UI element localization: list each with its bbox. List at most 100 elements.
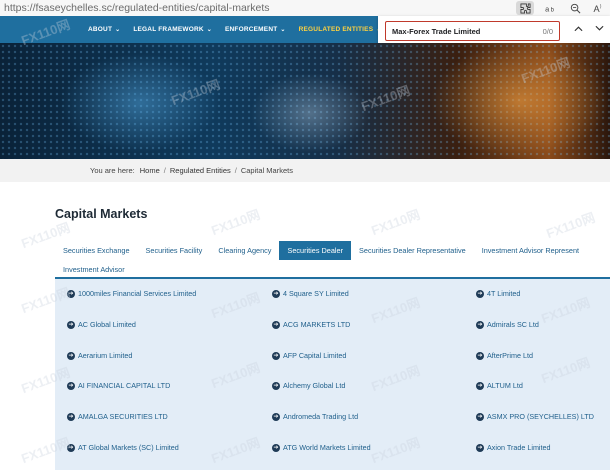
zoom-icon[interactable]: [568, 1, 582, 15]
arrow-right-circle-icon: ➔: [272, 381, 280, 390]
url-path: /regulated-entities/capital-markets: [111, 2, 270, 14]
find-next-button[interactable]: [595, 24, 604, 34]
entity-name: 1000miles Financial Services Limited: [78, 289, 197, 298]
nav-label: ENFORCEMENT: [224, 26, 278, 33]
breadcrumb-separator: /: [234, 166, 237, 175]
chevron-down-icon: [595, 25, 604, 31]
extensions-icon[interactable]: [516, 1, 534, 15]
chevron-up-icon: [574, 26, 583, 32]
tab-clearing-agency[interactable]: Clearing Agency: [210, 241, 279, 260]
immersive-reader-icon[interactable]: A): [592, 1, 606, 15]
entity-link[interactable]: ➔ AI FINANCIAL CAPITAL LTD: [67, 381, 170, 390]
arrow-right-circle-icon: ➔: [272, 351, 280, 360]
breadcrumb: You are here: Home / Regulated Entities …: [0, 159, 610, 182]
browser-toolbar-icons: ab A): [516, 0, 606, 16]
entity-link[interactable]: ➔ AFP Capital Limited: [272, 351, 346, 360]
svg-text:a: a: [545, 4, 550, 13]
entity-link[interactable]: ➔ 1000miles Financial Services Limited: [67, 289, 196, 298]
hero-banner-image: [0, 43, 610, 159]
entity-link[interactable]: ➔ Admirals SC Ltd: [476, 320, 539, 329]
tab-securities-dealer[interactable]: Securities Dealer: [279, 241, 352, 260]
arrow-right-circle-icon: ➔: [67, 351, 75, 360]
entity-name: AT Global Markets (SC) Limited: [78, 443, 179, 452]
watermark: FX110网: [544, 209, 597, 242]
entity-link[interactable]: ➔ AfterPrime Ltd: [476, 351, 533, 360]
entity-link[interactable]: ➔ ATG World Markets Limited: [272, 443, 371, 452]
entity-name: Aerarium Limited: [78, 351, 133, 360]
arrow-right-circle-icon: ➔: [272, 412, 280, 421]
entity-link[interactable]: ➔ Alchemy Global Ltd: [272, 381, 345, 390]
arrow-right-circle-icon: ➔: [67, 289, 75, 298]
find-input[interactable]: Max-Forex Trade Limited 0/0: [385, 21, 560, 41]
breadcrumb-current: Capital Markets: [240, 166, 293, 175]
url-domain: https://fsaseychelles.sc: [4, 2, 112, 14]
nav-item-enforcement[interactable]: ENFORCEMENT ⌄: [225, 26, 286, 33]
tab-securities-exchange[interactable]: Securities Exchange: [55, 241, 138, 260]
entity-name: AfterPrime Ltd: [487, 351, 533, 360]
entity-name: AMALGA SECURITIES LTD: [78, 412, 168, 421]
entity-link[interactable]: ➔ ALTUM Ltd: [476, 381, 523, 390]
entity-link[interactable]: ➔ Axion Trade Limited: [476, 443, 551, 452]
entity-name: AC Global Limited: [78, 320, 136, 329]
arrow-right-circle-icon: ➔: [476, 289, 484, 298]
chevron-down-icon: ⌄: [280, 27, 286, 33]
entity-link[interactable]: ➔ 4T Limited: [476, 289, 520, 298]
page: { "browser": { "url_domain": "https://fs…: [0, 0, 610, 470]
tab-securities-facility[interactable]: Securities Facility: [138, 241, 211, 260]
category-tabs: Securities Exchange Securities Facility …: [55, 241, 610, 279]
arrow-right-circle-icon: ➔: [476, 320, 484, 329]
arrow-right-circle-icon: ➔: [476, 412, 484, 421]
find-in-page-bar: Max-Forex Trade Limited 0/0: [378, 16, 610, 46]
page-title: Capital Markets: [55, 207, 148, 221]
nav-label: REGULATED ENTITIES: [298, 26, 374, 33]
entity-name: ACG MARKETS LTD: [283, 320, 351, 329]
arrow-right-circle-icon: ➔: [67, 381, 75, 390]
arrow-right-circle-icon: ➔: [476, 351, 484, 360]
entity-name: Andromeda Trading Ltd: [283, 412, 359, 421]
entity-link[interactable]: ➔ 4 Square SY Limited: [272, 289, 349, 298]
nav-label: ABOUT: [88, 26, 113, 33]
breadcrumb-regulated-entities-link[interactable]: Regulated Entities: [170, 166, 231, 175]
nav-item-regulated-entities[interactable]: REGULATED ENTITIES⌄: [299, 26, 382, 33]
svg-text:b: b: [550, 7, 554, 13]
svg-text:): ): [600, 3, 602, 8]
arrow-right-circle-icon: ➔: [476, 443, 484, 452]
nav-item-about[interactable]: ABOUT ⌄: [88, 26, 120, 33]
entity-name: 4T Limited: [487, 289, 521, 298]
entity-link[interactable]: ➔ AC Global Limited: [67, 320, 136, 329]
arrow-right-circle-icon: ➔: [272, 443, 280, 452]
entity-link[interactable]: ➔ ACG MARKETS LTD: [272, 320, 350, 329]
breadcrumb-home-link[interactable]: Home: [140, 166, 160, 175]
url-field[interactable]: https://fsaseychelles.sc/regulated-entit…: [0, 2, 270, 14]
browser-address-bar[interactable]: https://fsaseychelles.sc/regulated-entit…: [0, 0, 610, 16]
find-match-count: 0/0: [542, 26, 553, 36]
find-query: Max-Forex Trade Limited: [392, 26, 481, 36]
breadcrumb-separator: /: [163, 166, 166, 175]
entity-name: AFP Capital Limited: [283, 351, 347, 360]
entity-name: Alchemy Global Ltd: [283, 381, 346, 390]
entity-link[interactable]: ➔ ASMX PRO (SEYCHELLES) LTD: [476, 412, 594, 421]
nav-label: LEGAL FRAMEWORK: [133, 26, 204, 33]
entity-name: ALTUM Ltd: [487, 381, 523, 390]
arrow-right-circle-icon: ➔: [67, 443, 75, 452]
watermark: FX110网: [209, 206, 262, 239]
tab-securities-dealer-representative[interactable]: Securities Dealer Representative: [351, 241, 474, 260]
arrow-right-circle-icon: ➔: [67, 412, 75, 421]
entity-name: Admirals SC Ltd: [487, 320, 539, 329]
chevron-down-icon: ⌄: [115, 27, 121, 33]
entity-link[interactable]: ➔ AMALGA SECURITIES LTD: [67, 412, 168, 421]
nav-item-legal-framework[interactable]: LEGAL FRAMEWORK ⌄: [133, 26, 212, 33]
entity-name: Axion Trade Limited: [487, 443, 551, 452]
read-aloud-icon[interactable]: ab: [544, 1, 558, 15]
entity-link[interactable]: ➔ Aerarium Limited: [67, 351, 132, 360]
arrow-right-circle-icon: ➔: [272, 289, 280, 298]
tab-investment-advisor-representative[interactable]: Investment Advisor Represent: [474, 241, 587, 260]
entity-link[interactable]: ➔ Andromeda Trading Ltd: [272, 412, 358, 421]
arrow-right-circle-icon: ➔: [272, 320, 280, 329]
arrow-right-circle-icon: ➔: [67, 320, 75, 329]
entity-link[interactable]: ➔ AT Global Markets (SC) Limited: [67, 443, 179, 452]
watermark: FX110网: [369, 206, 422, 239]
find-previous-button[interactable]: [574, 24, 583, 34]
tab-investment-advisor[interactable]: Investment Advisor: [55, 265, 133, 274]
entity-list: ➔ 1000miles Financial Services Limited ➔ 4…: [55, 279, 610, 470]
